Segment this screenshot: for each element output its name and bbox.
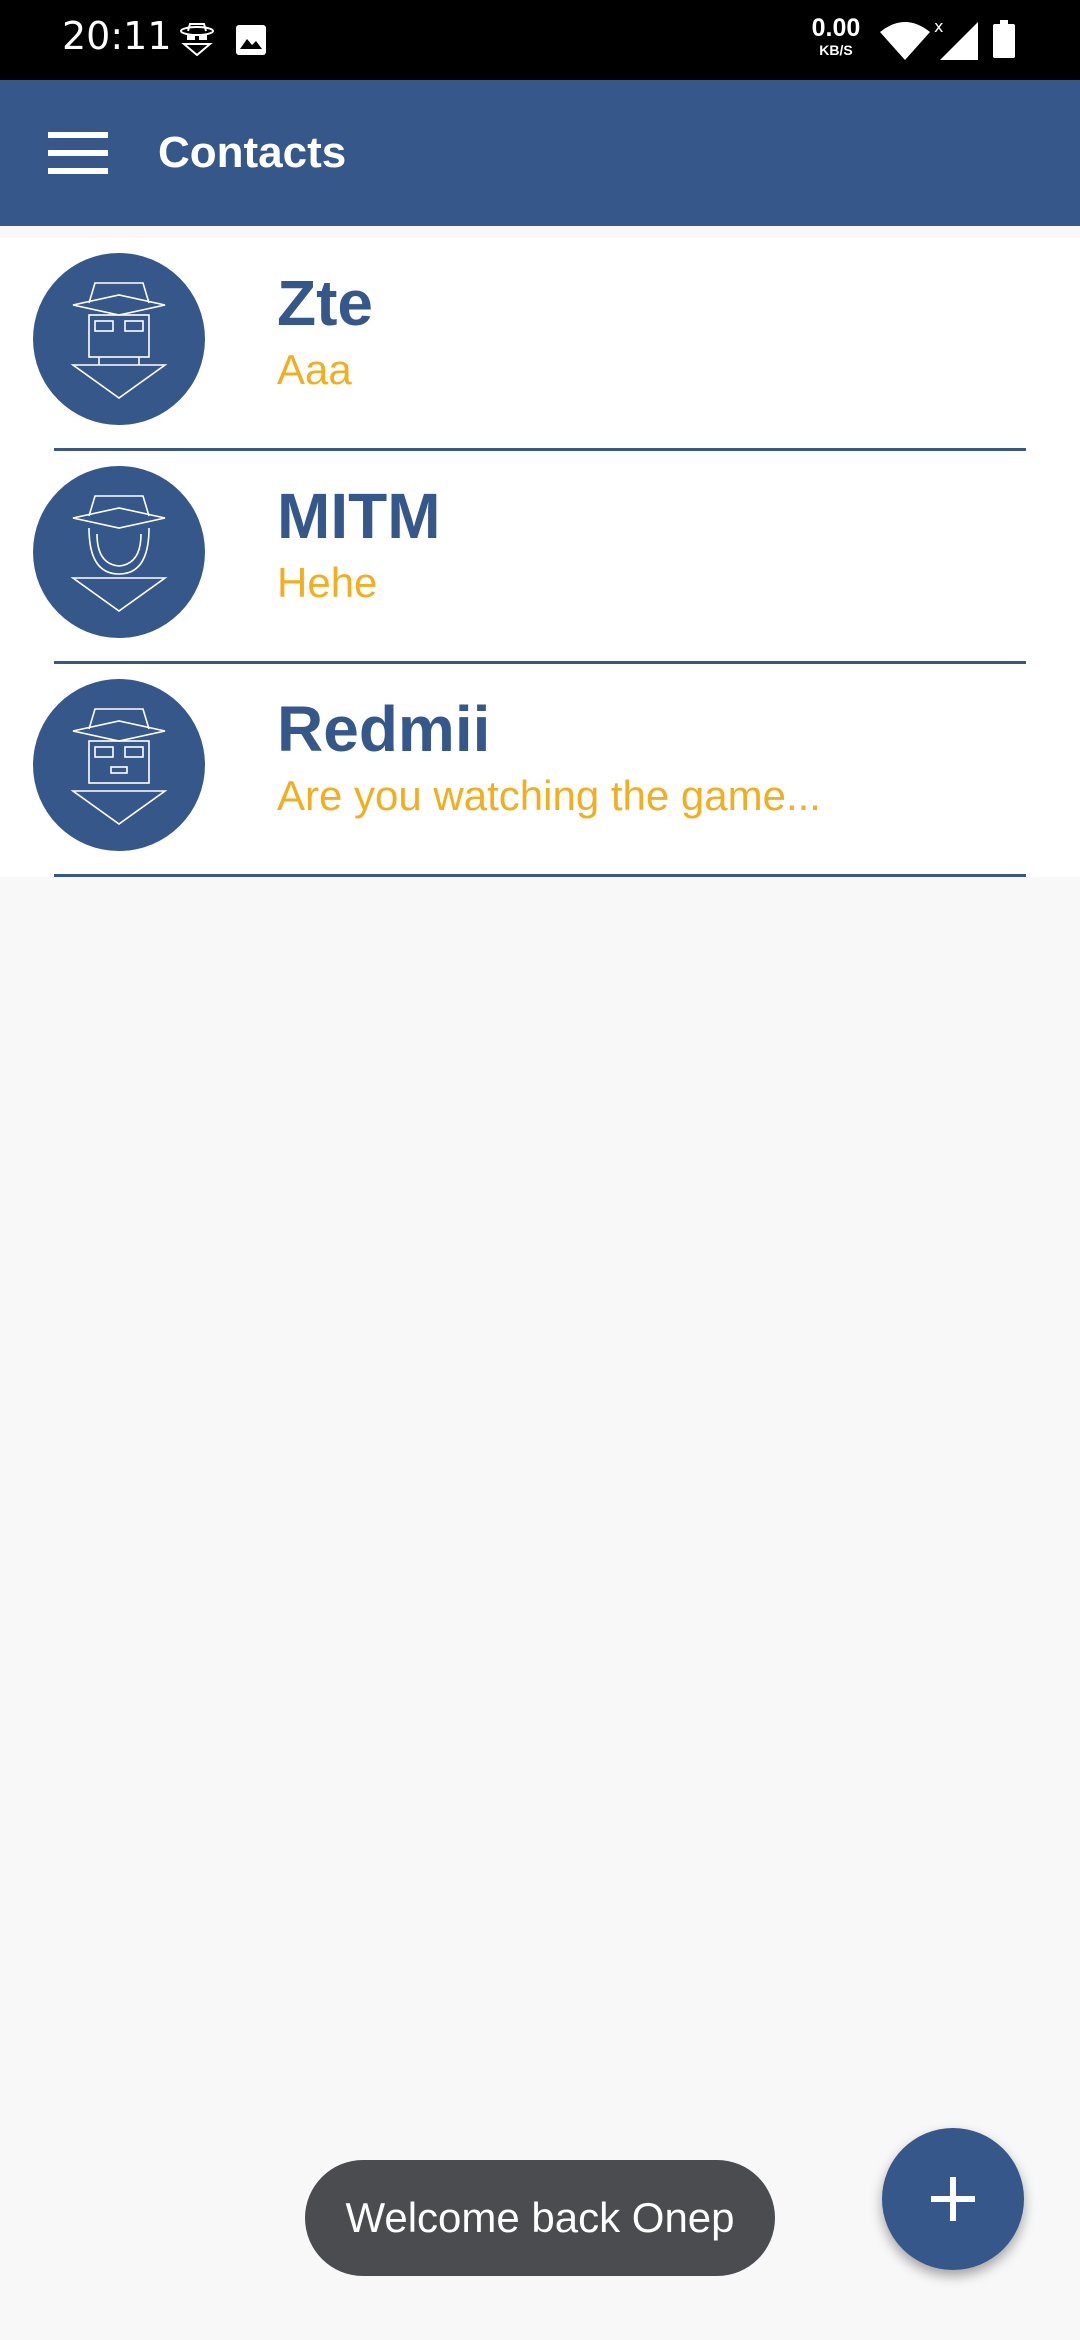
spy-icon (180, 23, 214, 56)
contact-name: Redmii (277, 693, 491, 765)
status-time: 20:11 (62, 14, 172, 58)
contact-name: Zte (277, 267, 373, 339)
contact-last-message: Hehe (277, 559, 378, 606)
contact-last-message: Are you watching the game... (277, 772, 821, 819)
toast-text: Welcome back Onep (345, 2194, 735, 2241)
contact-item[interactable]: Redmii Are you watching the game... (0, 664, 1080, 877)
spy-avatar-icon (33, 466, 205, 638)
image-icon (236, 25, 266, 55)
app-bar: Contacts (0, 80, 1080, 226)
contact-item[interactable]: Zte Aaa (0, 238, 1080, 451)
menu-icon[interactable] (48, 132, 108, 174)
signal-icon: x (934, 18, 978, 60)
page-title: Contacts (158, 128, 347, 177)
toast-message: Welcome back Onep (305, 2160, 775, 2276)
svg-text:x: x (934, 18, 943, 36)
status-bar: 20:11 0.00 KB/S x (0, 0, 1080, 80)
spy-avatar-icon (33, 253, 205, 425)
plus-icon (931, 2177, 975, 2221)
contact-list: Zte Aaa MITM Hehe Redmii Are you watchin… (0, 238, 1080, 877)
battery-icon (993, 20, 1015, 58)
contact-name: MITM (277, 480, 441, 552)
spy-avatar-icon (33, 679, 205, 851)
wifi-icon (880, 22, 930, 60)
contact-last-message: Aaa (277, 346, 352, 393)
network-speed: 0.00 KB/S (811, 14, 861, 58)
contact-item[interactable]: MITM Hehe (0, 451, 1080, 664)
add-contact-button[interactable] (882, 2128, 1024, 2270)
